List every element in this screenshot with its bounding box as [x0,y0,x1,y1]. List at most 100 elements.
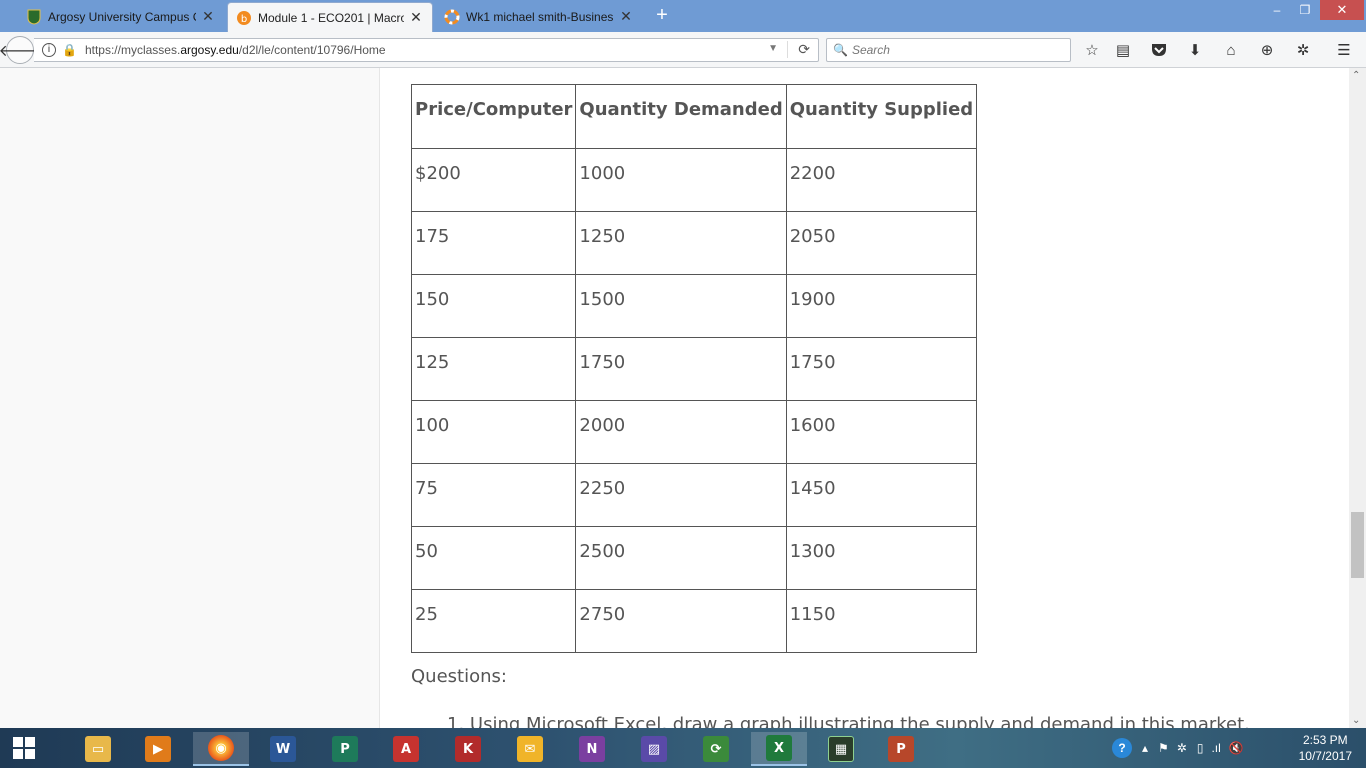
access-icon[interactable]: A [378,732,434,766]
firefox-icon[interactable]: ◉ [193,732,249,766]
url-dropdown-icon[interactable]: ▼ [768,43,778,54]
battery-icon[interactable]: ▯ [1197,741,1204,755]
cell-demanded: 2000 [575,400,787,464]
menu-hamburger-icon[interactable]: ☰ [1334,40,1354,60]
globe-icon[interactable]: ⊕ [1257,40,1277,60]
tab-wk1-michael-smith[interactable]: Wk1 michael smith-Busines ✕ [436,3,642,30]
cell-price: 175 [410,211,577,275]
reload-icon[interactable]: ⟳ [787,41,810,58]
cell-demanded: 1750 [575,337,787,401]
help-icon[interactable]: ? [1112,738,1132,758]
monitor-icon[interactable]: ▦ [813,732,869,766]
excel-icon[interactable]: X [751,732,807,766]
argosy-shield-icon [26,9,42,25]
scroll-down-icon[interactable]: ⌄ [1352,715,1360,726]
app-chart-icon[interactable]: ▨ [626,732,682,766]
table-row: 50 2500 1300 [410,526,978,590]
cell-demanded: 1000 [575,148,787,212]
new-tab-button[interactable]: + [652,5,672,26]
onenote-icon[interactable]: N [564,732,620,766]
sync-icon[interactable]: ⟳ [688,732,744,766]
cell-supplied: 1900 [785,274,978,338]
outlook-icon[interactable]: ✉ [502,732,558,766]
cell-supplied: 2200 [785,148,978,212]
signal-icon[interactable]: .ıl [1211,741,1220,755]
restore-button[interactable]: ❐ [1290,0,1320,20]
header-price: Price/Computer [410,84,577,149]
media-player-icon[interactable]: ▶ [130,732,186,766]
cell-supplied: 1300 [785,526,978,590]
cell-price: 150 [410,274,577,338]
cell-demanded: 2500 [575,526,787,590]
network-share-icon[interactable]: ✲ [1177,741,1187,755]
question-1: 1. Using Microsoft Excel, draw a graph i… [447,714,1250,728]
reading-list-icon[interactable]: ▤ [1113,40,1133,60]
left-panel [0,68,380,728]
cell-demanded: 2250 [575,463,787,527]
cell-supplied: 1600 [785,400,978,464]
cell-price: 125 [410,337,577,401]
powerpoint-icon[interactable]: P [873,732,929,766]
scrollbar-thumb[interactable] [1351,512,1364,578]
table-row: 125 1750 1750 [410,337,978,401]
supply-demand-table: Price/Computer Quantity Demanded Quantit… [410,84,978,653]
search-icon: 🔍 [833,43,848,57]
cell-demanded: 2750 [575,589,787,653]
tab-close-icon[interactable]: ✕ [200,8,216,25]
clock[interactable]: 2:53 PM 10/7/2017 [1299,732,1352,764]
table-row: 75 2250 1450 [410,463,978,527]
chevron-up-icon[interactable]: ▴ [1142,741,1148,755]
header-quantity-demanded: Quantity Demanded [575,84,787,149]
navigation-toolbar: 🡐 i 🔒 https://myclasses.argosy.edu/d2l/l… [0,32,1366,68]
pocket-icon[interactable] [1149,40,1169,60]
file-explorer-icon[interactable]: ▭ [70,732,126,766]
tab-close-icon[interactable]: ✕ [408,9,424,26]
table-row: 150 1500 1900 [410,274,978,338]
bookmark-star-icon[interactable]: ☆ [1082,40,1102,60]
cell-supplied: 1750 [785,337,978,401]
back-button[interactable]: 🡐 [0,36,41,64]
tab-argosy-campus[interactable]: Argosy University Campus C ✕ [18,3,224,30]
app-k-icon[interactable]: K [440,732,496,766]
windows-taskbar: ▭ ▶ ◉ W P A K ✉ N ▨ ⟳ X ▦ P ? ▴ ⚑ ✲ ▯ .ı… [0,728,1366,768]
word-icon[interactable]: W [255,732,311,766]
table-row: 175 1250 2050 [410,211,978,275]
close-window-button[interactable]: ✕ [1320,0,1364,20]
flag-icon[interactable]: ⚑ [1158,741,1169,755]
extension-icon[interactable]: ✲ [1293,40,1313,60]
questions-heading: Questions: [411,666,507,687]
search-placeholder: Search [851,43,890,57]
clock-date: 10/7/2017 [1298,749,1352,763]
publisher-icon[interactable]: P [317,732,373,766]
system-tray: ? ▴ ⚑ ✲ ▯ .ıl 🔇 [1112,728,1244,768]
page-content: Price/Computer Quantity Demanded Quantit… [0,68,1366,728]
start-button[interactable] [0,728,48,768]
download-icon[interactable]: ⬇ [1185,40,1205,60]
clock-time: 2:53 PM [1302,733,1348,747]
tab-title: Module 1 - ECO201 | Macro [258,10,404,25]
scroll-up-icon[interactable]: ⌃ [1352,70,1360,81]
vertical-scrollbar[interactable]: ⌃ ⌄ [1349,68,1366,728]
lock-icon: 🔒 [62,43,77,57]
table-row: 25 2750 1150 [410,589,978,653]
help-ring-icon [444,9,460,25]
site-info-icon[interactable]: i [42,43,56,57]
cell-demanded: 1500 [575,274,787,338]
cell-price: $200 [410,148,577,212]
minimize-button[interactable]: ‒ [1262,0,1292,20]
cell-price: 25 [410,589,577,653]
url-text[interactable]: https://myclasses.argosy.edu/d2l/le/cont… [85,43,386,57]
browser-tab-strip: Argosy University Campus C ✕ b Module 1 … [0,0,1366,32]
volume-muted-icon[interactable]: 🔇 [1229,741,1244,755]
tab-module-1[interactable]: b Module 1 - ECO201 | Macro ✕ [227,2,433,32]
svg-text:b: b [241,14,247,25]
header-quantity-supplied: Quantity Supplied [785,84,978,149]
cell-price: 75 [410,463,577,527]
tab-close-icon[interactable]: ✕ [618,8,634,25]
home-icon[interactable]: ⌂ [1221,40,1241,60]
search-input[interactable]: 🔍 Search [826,38,1071,62]
cell-supplied: 1450 [785,463,978,527]
table-row: 100 2000 1600 [410,400,978,464]
address-bar[interactable]: i 🔒 https://myclasses.argosy.edu/d2l/le/… [34,38,819,62]
table-header-row: Price/Computer Quantity Demanded Quantit… [410,84,978,149]
